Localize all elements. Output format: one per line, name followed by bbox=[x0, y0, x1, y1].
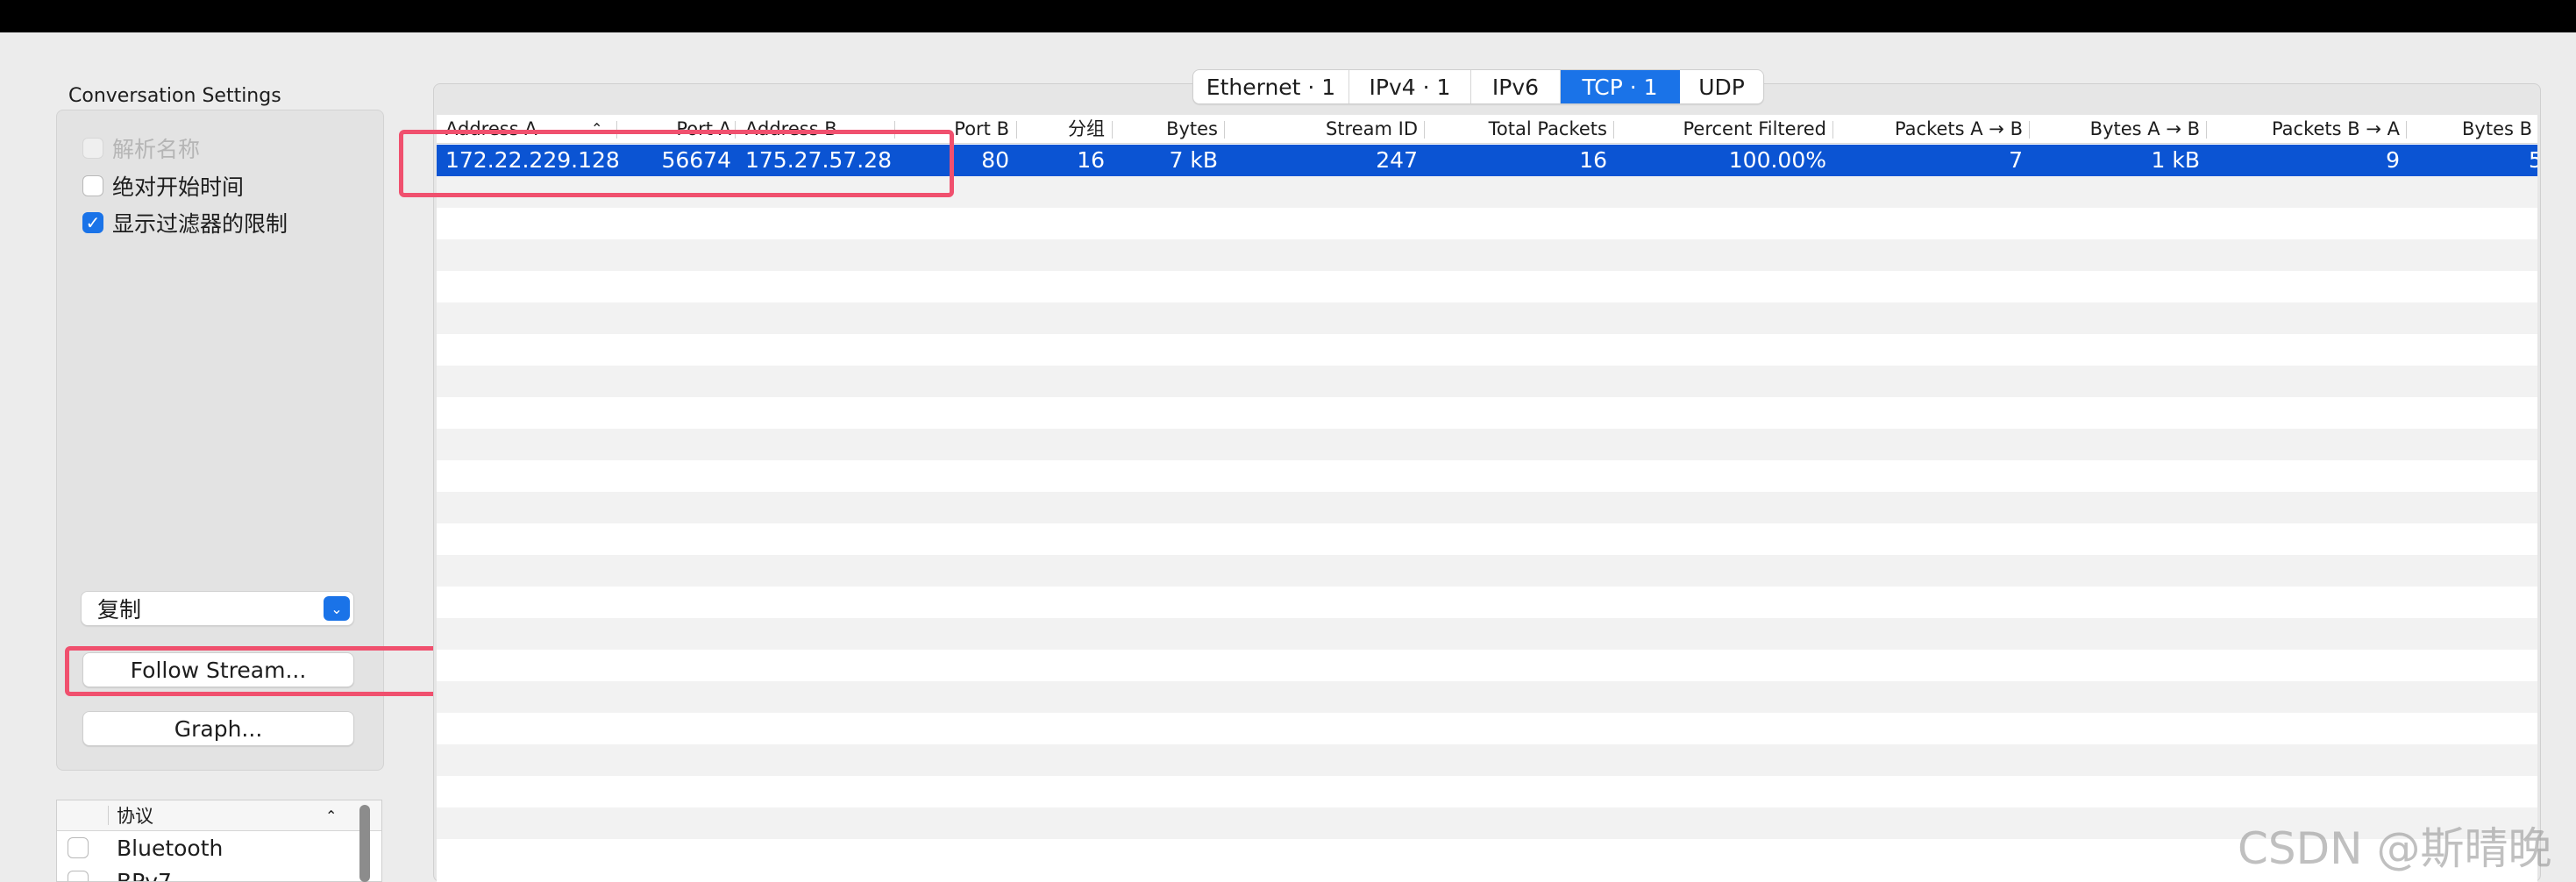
cell-total-packets: 16 bbox=[1579, 147, 1607, 173]
column-separator[interactable] bbox=[1424, 121, 1425, 139]
column-header-stream-id[interactable]: Stream ID bbox=[1227, 115, 1418, 143]
cell-percent-filtered: 100.00% bbox=[1728, 147, 1826, 173]
column-separator[interactable] bbox=[2206, 121, 2207, 139]
column-separator[interactable] bbox=[2029, 121, 2030, 139]
table-row bbox=[437, 239, 2537, 271]
copy-select-value: 复制 bbox=[97, 597, 142, 622]
cell-packets-b-to-a: 9 bbox=[2386, 147, 2400, 173]
column-separator bbox=[108, 806, 109, 825]
scrollbar[interactable] bbox=[359, 805, 370, 882]
protocol-list-header[interactable]: 协议 ⌃ bbox=[57, 800, 381, 831]
option-limit-to-display-filter[interactable]: ✓ 显示过滤器的限制 bbox=[82, 210, 288, 237]
tab-ipv6[interactable]: IPv6 bbox=[1471, 70, 1561, 103]
column-separator[interactable] bbox=[1613, 121, 1614, 139]
column-header-percent-filtered[interactable]: Percent Filtered bbox=[1616, 115, 1827, 143]
column-header-packets-b-to-a[interactable]: Packets B → A bbox=[2209, 115, 2400, 143]
checkmark-icon[interactable]: ✓ bbox=[82, 212, 103, 233]
cell-stream-id: 247 bbox=[1376, 147, 1418, 173]
protocol-tabs: Ethernet · 1 IPv4 · 1 IPv6 TCP · 1 UDP bbox=[1192, 69, 1764, 104]
column-separator[interactable] bbox=[1016, 121, 1017, 139]
tab-ethernet[interactable]: Ethernet · 1 bbox=[1193, 70, 1349, 103]
table-row bbox=[437, 807, 2537, 839]
checkbox[interactable] bbox=[82, 138, 103, 159]
table-row bbox=[437, 618, 2537, 650]
window-top-bar bbox=[0, 0, 2576, 32]
chevron-down-icon[interactable]: ⌄ bbox=[324, 596, 350, 621]
option-resolve-names[interactable]: 解析名称 bbox=[82, 135, 201, 162]
column-header-bytes[interactable]: Bytes bbox=[1114, 115, 1218, 143]
conversation-settings-title: Conversation Settings bbox=[68, 85, 281, 107]
cell-packets: 16 bbox=[1077, 147, 1105, 173]
column-header-bytes-a-to-b[interactable]: Bytes A → B bbox=[2032, 115, 2200, 143]
table-row bbox=[437, 681, 2537, 713]
protocol-name: Bluetooth bbox=[117, 835, 224, 861]
tab-udp[interactable]: UDP bbox=[1680, 70, 1763, 103]
table-row bbox=[437, 302, 2537, 334]
column-separator[interactable] bbox=[1224, 121, 1225, 139]
highlight-follow-stream bbox=[65, 646, 465, 696]
highlight-address-cells bbox=[399, 130, 954, 197]
checkbox[interactable] bbox=[82, 175, 103, 196]
option-absolute-start-time[interactable]: 绝对开始时间 bbox=[82, 173, 245, 200]
option-label: 绝对开始时间 bbox=[112, 174, 245, 200]
table-row bbox=[437, 366, 2537, 397]
checkbox[interactable] bbox=[68, 837, 89, 858]
column-header-packets[interactable]: 分组 bbox=[1019, 115, 1105, 143]
table-row bbox=[437, 429, 2537, 460]
tab-ipv4[interactable]: IPv4 · 1 bbox=[1349, 70, 1471, 103]
table-row bbox=[437, 555, 2537, 587]
column-separator[interactable] bbox=[1832, 121, 1833, 139]
protocol-name: BPv7 bbox=[117, 868, 172, 882]
column-separator[interactable] bbox=[1112, 121, 1113, 139]
cell-packets-a-to-b: 7 bbox=[2009, 147, 2023, 173]
cell-bytes-a-to-b: 1 kB bbox=[2151, 147, 2200, 173]
table-row bbox=[437, 492, 2537, 523]
column-header-total-packets[interactable]: Total Packets bbox=[1427, 115, 1607, 143]
list-item[interactable]: Bluetooth bbox=[57, 831, 381, 864]
column-header-packets-a-to-b[interactable]: Packets A → B bbox=[1835, 115, 2023, 143]
protocol-header-label: 协议 bbox=[117, 806, 153, 827]
tab-tcp[interactable]: TCP · 1 bbox=[1561, 70, 1680, 103]
checkbox[interactable] bbox=[68, 871, 89, 881]
copy-select[interactable]: 复制 ⌄ bbox=[81, 591, 354, 626]
list-item[interactable]: BPv7 bbox=[57, 864, 381, 882]
conversation-table: Address A ⌃ Port A Address B Port B 分组 B… bbox=[437, 115, 2537, 882]
option-label: 解析名称 bbox=[112, 137, 201, 162]
cell-bytes-b: 5 bbox=[2529, 147, 2537, 173]
protocol-list: 协议 ⌃ Bluetooth BPv7 bbox=[56, 800, 382, 882]
sort-up-icon: ⌃ bbox=[325, 807, 338, 824]
column-separator[interactable] bbox=[2406, 121, 2407, 139]
option-label: 显示过滤器的限制 bbox=[112, 211, 288, 237]
cell-bytes: 7 kB bbox=[1169, 147, 1218, 173]
watermark: CSDN @斯晴晚 bbox=[2238, 823, 2552, 874]
column-header-bytes-b[interactable]: Bytes B bbox=[2462, 115, 2532, 143]
graph-button[interactable]: Graph... bbox=[82, 711, 354, 746]
table-row bbox=[437, 744, 2537, 776]
